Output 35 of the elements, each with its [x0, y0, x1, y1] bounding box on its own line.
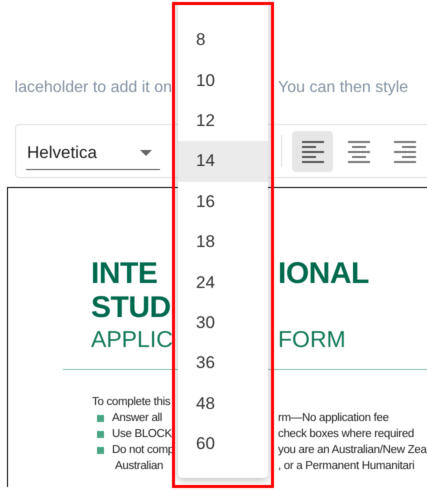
instruction-text: , or a Permanent Humanitari — [278, 460, 414, 472]
font-size-option[interactable]: 18 — [178, 222, 268, 262]
font-size-option[interactable]: 60 — [178, 424, 268, 464]
font-size-option[interactable]: 8 — [178, 20, 268, 60]
instruction-text: Australian — [115, 460, 164, 472]
instruction-text: Use BLOCK — [112, 428, 172, 440]
instruction-text: Answer all — [112, 412, 162, 424]
square-bullet-icon — [97, 446, 104, 454]
font-size-option[interactable]: 24 — [178, 262, 268, 303]
font-size-option[interactable]: 48 — [178, 384, 268, 424]
hint-text: laceholder to add it on — [14, 79, 172, 98]
square-bullet-icon — [97, 430, 104, 438]
form-title: IONAL — [278, 257, 369, 290]
font-size-option[interactable]: 14 — [178, 141, 268, 182]
hint-text: You can then style — [278, 79, 410, 98]
align-left-icon — [302, 140, 324, 162]
font-select[interactable]: Helvetica — [26, 136, 160, 170]
font-size-option[interactable]: 16 — [178, 182, 268, 222]
align-right-icon — [394, 140, 416, 162]
form-subtitle: FORM — [278, 326, 346, 352]
instruction-text: you are an Australian/New Zea — [278, 444, 427, 456]
form-subtitle: APPLIC — [91, 326, 173, 352]
instruction-text: check boxes where required — [278, 428, 414, 440]
align-center-icon — [348, 140, 370, 162]
caret-icon — [140, 150, 152, 156]
form-title: STUD — [91, 291, 171, 324]
square-bullet-icon — [97, 414, 104, 422]
font-size-option[interactable]: 10 — [178, 60, 268, 101]
instructions-heading: To complete this — [92, 396, 170, 408]
font-size-option[interactable]: 12 — [178, 100, 268, 142]
align-left-button[interactable] — [292, 130, 333, 172]
font-size-option[interactable]: 30 — [178, 302, 268, 344]
font-size-option[interactable]: 36 — [178, 343, 268, 384]
form-title: INTE — [91, 257, 158, 290]
instruction-text: rm—No application fee — [278, 412, 389, 424]
